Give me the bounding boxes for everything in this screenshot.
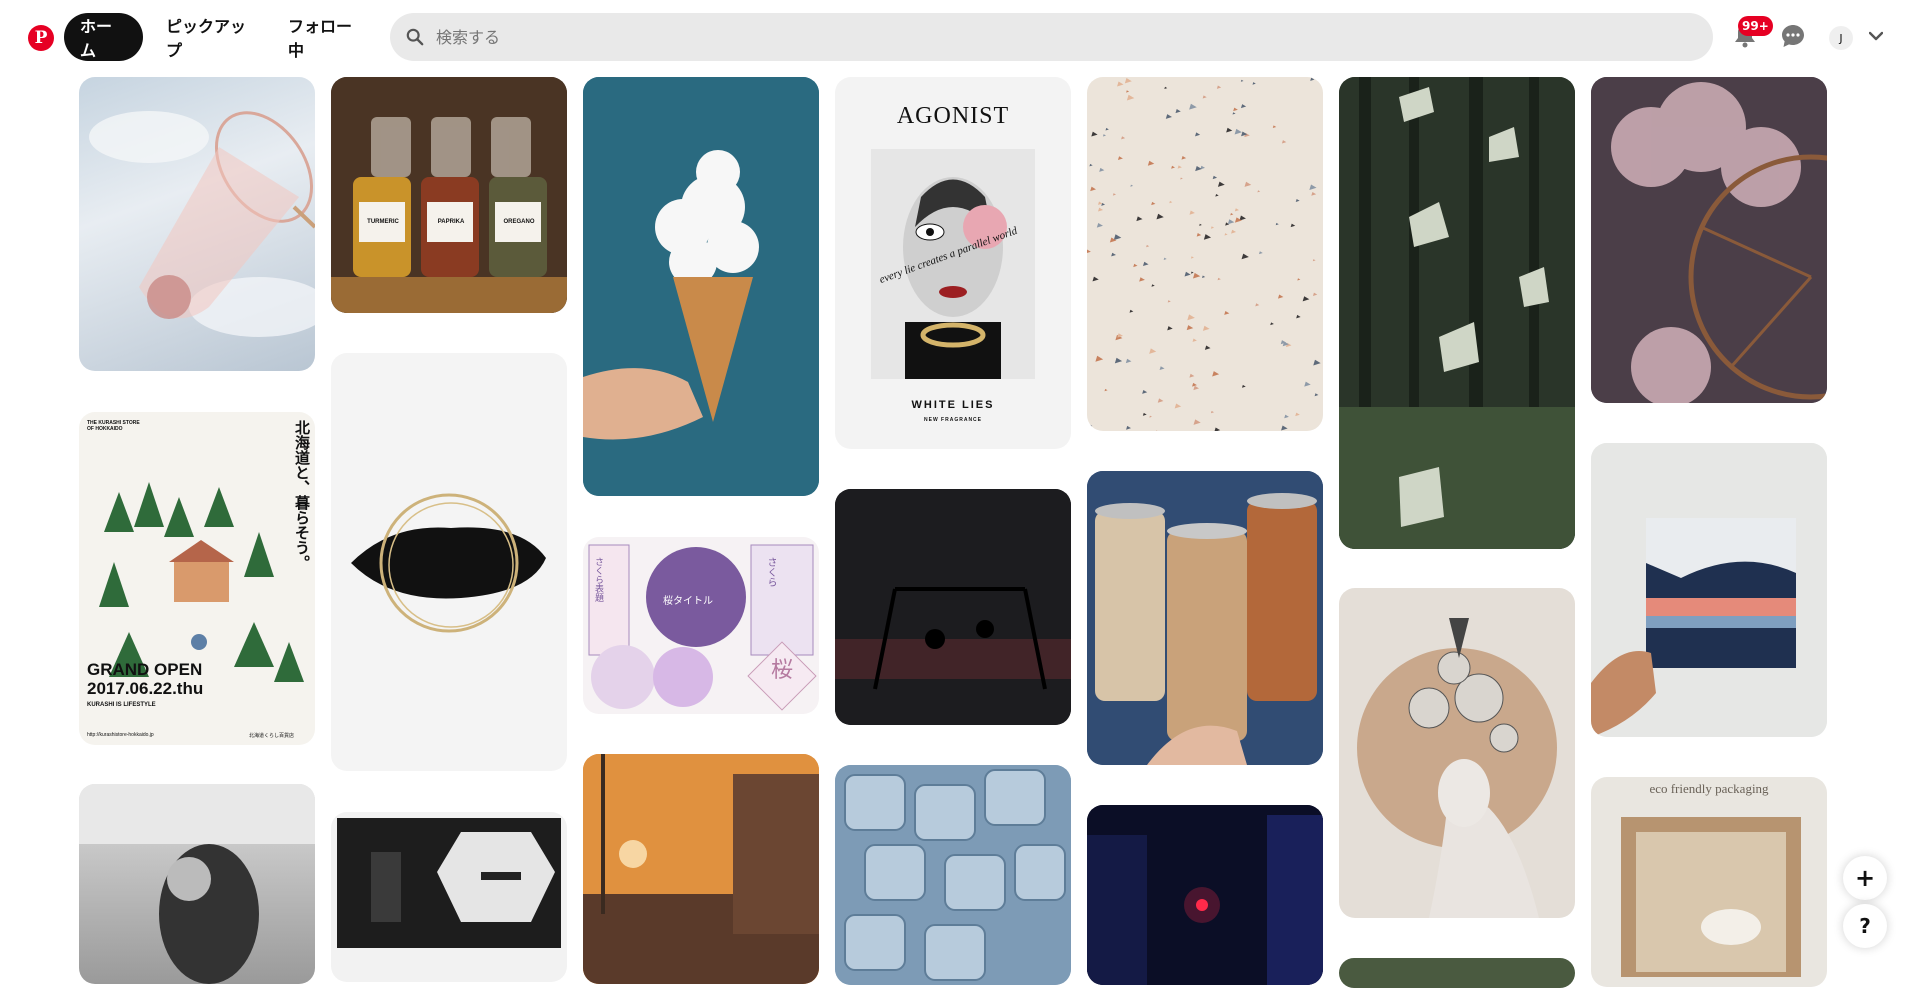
kurashi-grand-open: GRAND OPEN — [87, 660, 203, 679]
flying-books-forest-image — [1339, 77, 1575, 549]
chat-bubble-icon — [1782, 25, 1804, 47]
pin-sakura-designs[interactable]: さくら表題 桜タイトル さくら 桜 — [583, 537, 819, 714]
swings-silhouette-image — [835, 489, 1071, 725]
top-nav-bar: P ホーム ピックアップ フォロー中 99+ J — [0, 0, 1910, 74]
butterfly-net-image — [89, 111, 315, 337]
pin-eco-packaging[interactable]: eco friendly packaging — [1591, 777, 1827, 987]
pin-terrazzo[interactable] — [1087, 77, 1323, 431]
anime-street-sunset-image — [583, 754, 819, 984]
pin-painted-canvas[interactable] — [1591, 443, 1827, 737]
pin-agonist-ad[interactable]: AGONIST every lie creates a parallel wor… — [835, 77, 1071, 449]
kurashi-url: http://kurashistore-hokkaido.jp — [87, 732, 154, 738]
chevron-down-icon — [1869, 31, 1883, 41]
pin-flower-woman[interactable] — [1339, 588, 1575, 918]
tab-pickup[interactable]: ピックアップ — [150, 13, 264, 61]
kurashi-date: 2017.06.22.thu — [87, 679, 204, 698]
spice-label-oregano: OREGANO — [503, 219, 535, 225]
search-bar[interactable] — [390, 13, 1713, 61]
pin-flying-books[interactable] — [1339, 77, 1575, 549]
kurashi-vertical-title: 北海道と、暮らそう。 — [293, 420, 309, 570]
pin-ice-cubes[interactable] — [835, 765, 1071, 985]
sakura-text-3: さくら — [765, 557, 776, 587]
eco-packaging-box-image — [1621, 817, 1801, 977]
pin-swings-night[interactable] — [835, 489, 1071, 725]
pin-anime-street[interactable] — [583, 754, 819, 984]
pin-spice-jars[interactable]: TURMERIC PAPRIKA OREGANO — [331, 77, 567, 313]
terrazzo-pattern-image — [1087, 77, 1321, 431]
pin-ferris-wheel[interactable] — [1591, 77, 1827, 403]
kurashi-header: THE KURASHI STORE OF HOKKAIDO — [87, 420, 140, 432]
sakura-text-2: 桜タイトル — [663, 596, 713, 607]
create-add-button[interactable]: + — [1843, 856, 1887, 900]
pin-bubble-tea[interactable] — [1087, 471, 1323, 765]
ferris-wheel-clouds-image — [1591, 77, 1827, 403]
sakura-text-1: さくら表題 — [594, 557, 604, 602]
flower-head-woman-art-image — [1357, 618, 1557, 918]
kurashi-store-name: 北海道くらし百貨店 — [249, 733, 295, 739]
pin-cloud-icecream[interactable] — [583, 77, 819, 496]
search-input[interactable] — [434, 26, 1638, 48]
pin-butterfly-net[interactable] — [79, 77, 315, 371]
pinterest-logo-icon[interactable]: P — [28, 25, 54, 51]
brush-stroke-gold-circle-image — [351, 493, 546, 633]
search-icon — [406, 28, 424, 46]
cloud-ice-cream-cone-image — [583, 77, 819, 496]
pin-neon-alley[interactable] — [1087, 805, 1323, 985]
tab-home[interactable]: ホーム — [64, 13, 143, 61]
neon-alley-night-image — [1087, 805, 1323, 985]
avatar[interactable]: J — [1829, 26, 1853, 50]
pin-woman-photo[interactable] — [79, 784, 315, 984]
sakura-text-4: 桜 — [771, 657, 794, 682]
woman-bw-photo — [79, 784, 315, 984]
painted-canvas-hand-image — [1591, 443, 1827, 737]
messages-button[interactable] — [1779, 22, 1807, 50]
agonist-sub: NEW FRAGRANCE — [924, 417, 982, 423]
photo-studio-softbox-image — [337, 818, 561, 948]
kurashi-tagline: KURASHI IS LIFESTYLE — [87, 702, 156, 708]
spice-jars-image — [331, 77, 567, 313]
tab-following[interactable]: フォロー中 — [272, 13, 380, 61]
pin-brush-circle[interactable] — [331, 353, 567, 771]
account-menu-button[interactable] — [1862, 22, 1890, 50]
agonist-product: WHITE LIES — [911, 399, 995, 411]
bubble-tea-cans-image — [1087, 471, 1323, 765]
spice-label-turmeric: TURMERIC — [367, 219, 399, 225]
spice-label-paprika: PAPRIKA — [437, 219, 465, 225]
help-button[interactable]: ? — [1843, 904, 1887, 948]
notification-badge: 99+ — [1738, 16, 1773, 36]
pin-photo-studio[interactable] — [331, 812, 567, 982]
pin-bottom-partial[interactable] — [1339, 958, 1575, 988]
agonist-portrait-image — [871, 149, 1035, 379]
pin-kurashi-poster[interactable]: THE KURASHI STORE OF HOKKAIDO 北海道と、暮らそう。… — [79, 412, 315, 745]
ice-cubes-image — [835, 765, 1071, 985]
sakura-title-designs-image — [588, 544, 817, 711]
